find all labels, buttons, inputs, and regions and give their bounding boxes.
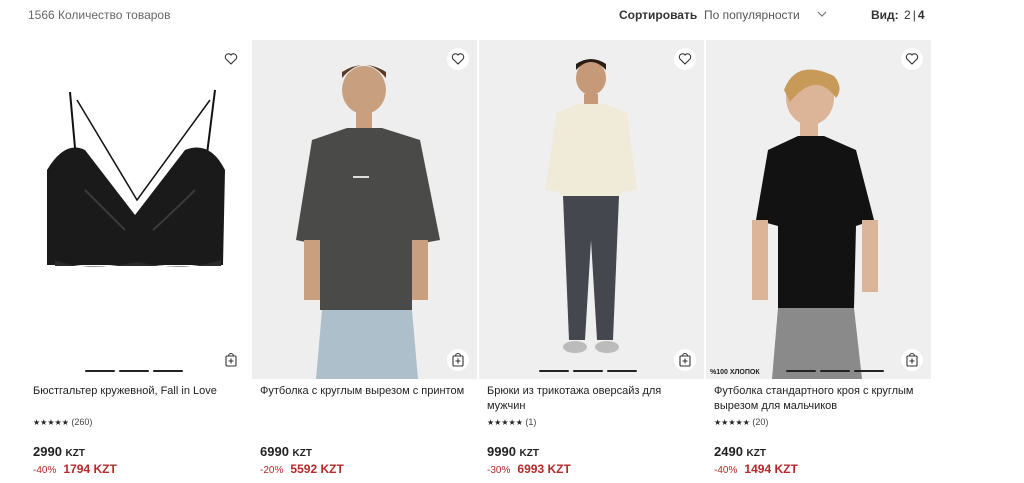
sale-price-row: -40% 1494 KZT: [714, 462, 798, 476]
price-value: 2990: [33, 444, 62, 459]
view-switcher: Вид: 2 | 4: [871, 8, 927, 22]
heart-icon: [905, 53, 919, 65]
price-currency: KZT: [746, 448, 766, 459]
sale-price: 5592 KZT: [290, 462, 344, 476]
add-to-cart-icon: [225, 352, 237, 367]
price-value: 6990: [260, 444, 289, 459]
sale-price: 1794 KZT: [63, 462, 117, 476]
view-option-4[interactable]: 4: [916, 8, 927, 22]
product-rating: ★★★★★ (20): [714, 417, 768, 427]
favorite-button[interactable]: [447, 48, 469, 70]
chevron-down-icon: [817, 11, 827, 17]
discount-percent: -30%: [487, 465, 511, 476]
original-price: 9990 KZT: [487, 444, 539, 459]
product-grid: Бюстгальтер кружевной, Fall in Love ★★★★…: [25, 40, 935, 483]
sale-price-row: -20% 5592 KZT: [260, 462, 344, 476]
price-currency: KZT: [292, 448, 312, 459]
sort-value: По популярности: [704, 8, 800, 22]
black-tshirt-boy-image: [706, 40, 931, 379]
price-currency: KZT: [65, 448, 85, 459]
sale-price-row: -40% 1794 KZT: [33, 462, 117, 476]
add-to-cart-icon: [452, 352, 464, 367]
product-card[interactable]: Бюстгальтер кружевной, Fall in Love ★★★★…: [25, 40, 250, 483]
favorite-button[interactable]: [220, 48, 242, 70]
material-badge: %100 ХЛОПОК: [710, 369, 760, 376]
product-card[interactable]: %100 ХЛОПОК Футболка стандартного кроя с…: [706, 40, 931, 483]
add-to-cart-button[interactable]: [674, 349, 696, 371]
favorite-button[interactable]: [674, 48, 696, 70]
add-to-cart-button[interactable]: [447, 349, 469, 371]
discount-percent: -40%: [714, 465, 738, 476]
product-count: 1566 Количество товаров: [28, 8, 171, 22]
product-image[interactable]: [25, 40, 250, 379]
knit-pants-model-image: [479, 40, 704, 379]
review-count: (20): [752, 417, 769, 427]
add-to-cart-icon: [906, 352, 918, 367]
rating-stars: ★★★★★: [33, 418, 69, 427]
discount-percent: -40%: [33, 465, 57, 476]
sort-label: Сортировать: [619, 8, 698, 22]
product-name[interactable]: Брюки из трикотажа оверсайз для мужчин: [487, 384, 699, 414]
add-to-cart-icon: [679, 352, 691, 367]
original-price: 2990 KZT: [33, 444, 85, 459]
product-image[interactable]: [252, 40, 477, 379]
add-to-cart-button[interactable]: [901, 349, 923, 371]
product-image[interactable]: %100 ХЛОПОК: [706, 40, 931, 379]
sort-dropdown[interactable]: По популярности: [704, 6, 834, 26]
price-currency: KZT: [519, 448, 539, 459]
heart-icon: [451, 53, 465, 65]
product-card[interactable]: Футболка с круглым вырезом с принтом 699…: [252, 40, 477, 483]
original-price: 2490 KZT: [714, 444, 766, 459]
lace-bra-image: [47, 89, 225, 267]
product-rating: ★★★★★ (260): [33, 417, 92, 427]
discount-percent: -20%: [260, 465, 284, 476]
view-label: Вид:: [871, 8, 899, 22]
product-name[interactable]: Футболка с круглым вырезом с принтом: [260, 384, 472, 399]
listing-toolbar: 1566 Количество товаров Сортировать По п…: [0, 0, 1024, 36]
product-name[interactable]: Футболка стандартного кроя с круглым выр…: [714, 384, 926, 414]
favorite-button[interactable]: [901, 48, 923, 70]
review-count: (260): [71, 417, 93, 427]
price-value: 9990: [487, 444, 516, 459]
sale-price: 1494 KZT: [744, 462, 798, 476]
image-pager: [539, 359, 641, 377]
product-card[interactable]: Брюки из трикотажа оверсайз для мужчин ★…: [479, 40, 704, 483]
view-option-2[interactable]: 2: [902, 8, 913, 22]
product-name[interactable]: Бюстгальтер кружевной, Fall in Love: [33, 384, 245, 399]
grey-tshirt-model-image: [252, 40, 477, 379]
image-pager: [85, 359, 187, 377]
original-price: 6990 KZT: [260, 444, 312, 459]
image-pager: [786, 359, 888, 377]
rating-stars: ★★★★★: [487, 418, 523, 427]
sale-price-row: -30% 6993 KZT: [487, 462, 571, 476]
sale-price: 6993 KZT: [517, 462, 571, 476]
heart-icon: [224, 53, 238, 65]
review-count: (1): [525, 417, 537, 427]
add-to-cart-button[interactable]: [220, 349, 242, 371]
rating-stars: ★★★★★: [714, 418, 750, 427]
price-value: 2490: [714, 444, 743, 459]
heart-icon: [678, 53, 692, 65]
product-image[interactable]: [479, 40, 704, 379]
product-rating: ★★★★★ (1): [487, 417, 536, 427]
